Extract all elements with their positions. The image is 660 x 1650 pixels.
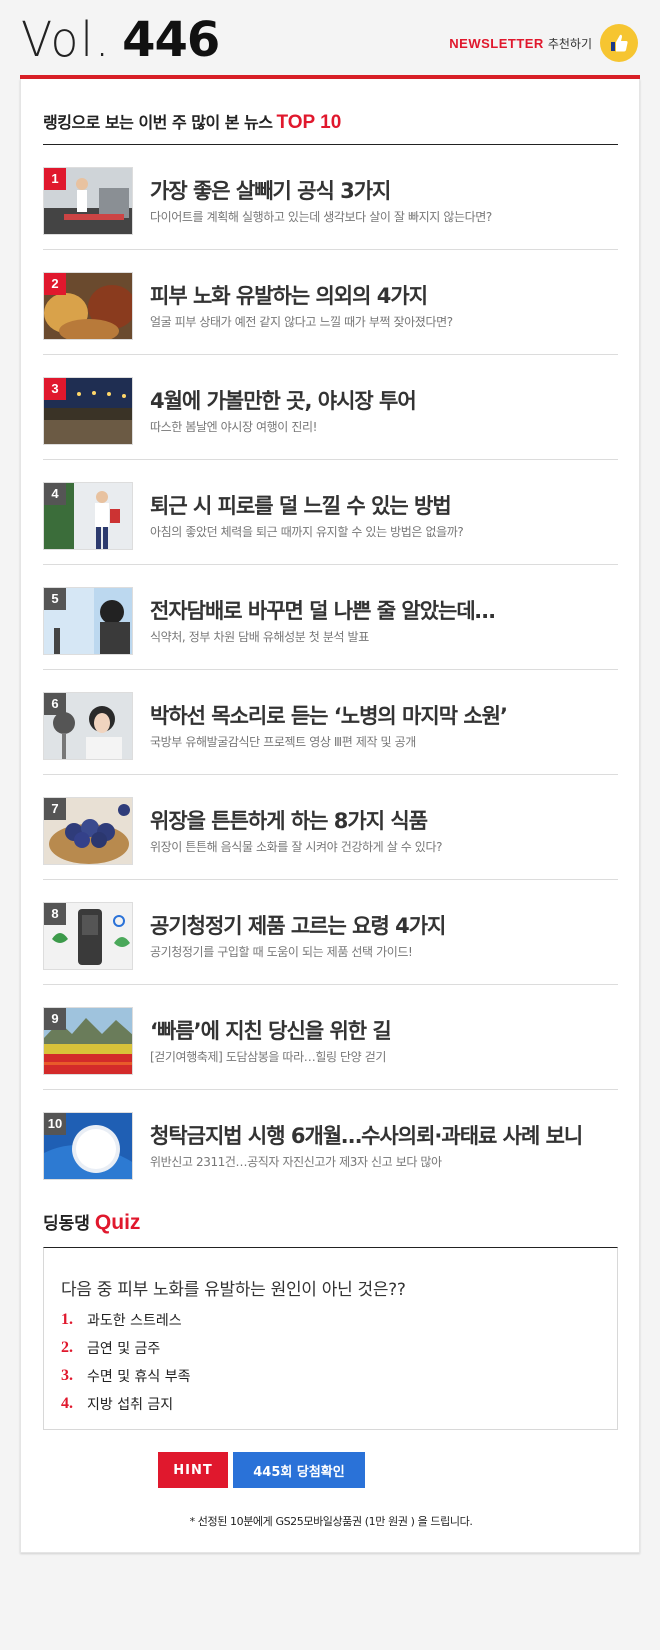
quiz-option-label: 금연 및 금주: [87, 1341, 161, 1357]
news-list: 1 가장 좋은 살빼기 공식 3가지 다이어트를 계획해 실행하고 있는데 생각…: [43, 145, 618, 1195]
header: Vol. 446 NEWSLETTER 추천하기: [20, 0, 640, 80]
rank-badge: 8: [44, 903, 66, 925]
volume-number: 446: [122, 12, 220, 68]
quiz-option-number: 4.: [61, 1395, 73, 1412]
news-subtitle: 아침의 좋았던 체력을 퇴근 때까지 유지할 수 있는 방법은 없을까?: [150, 525, 464, 539]
rank-badge: 10: [44, 1113, 66, 1135]
newsletter-label: NEWSLETTER: [449, 35, 544, 51]
rank-badge: 4: [44, 483, 66, 505]
quiz-option[interactable]: 4. 지방 섭취 금지: [61, 1390, 191, 1418]
quiz-option[interactable]: 3. 수면 및 휴식 부족: [61, 1362, 191, 1390]
quiz-option-number: 1.: [61, 1311, 73, 1328]
news-subtitle: 위장이 튼튼해 음식물 소화를 잘 시켜야 건강하게 살 수 있다?: [150, 840, 443, 854]
quiz-buttons: HINT 445회 당첨확인: [158, 1452, 365, 1488]
news-thumbnail[interactable]: 3: [43, 377, 133, 445]
news-item[interactable]: 1 가장 좋은 살빼기 공식 3가지 다이어트를 계획해 실행하고 있는데 생각…: [43, 145, 618, 250]
rank-badge: 3: [44, 378, 66, 400]
news-item[interactable]: 2 피부 노화 유발하는 의외의 4가지 얼굴 피부 상태가 예전 같지 않다고…: [43, 250, 618, 355]
quiz-option-number: 2.: [61, 1339, 73, 1356]
rank-badge: 6: [44, 693, 66, 715]
news-subtitle: 따스한 봄날엔 야시장 여행이 진리!: [150, 420, 318, 434]
quiz-title-highlight: Quiz: [94, 1211, 141, 1234]
prize-notice: * 선정된 10분에게 GS25모바일상품권 (1만 원권 ) 을 드립니다.: [189, 1515, 473, 1528]
news-thumbnail[interactable]: 4: [43, 482, 133, 550]
news-item[interactable]: 4 퇴근 시 피로를 덜 느낄 수 있는 방법 아침의 좋았던 체력을 퇴근 때…: [43, 460, 618, 565]
rank-badge: 1: [44, 168, 66, 190]
quiz-option-label: 과도한 스트레스: [87, 1313, 182, 1329]
news-title[interactable]: 박하선 목소리로 듣는 ‘노병의 마지막 소원’: [150, 700, 508, 730]
newsletter-recommend[interactable]: NEWSLETTER 추천하기: [449, 24, 638, 62]
news-title[interactable]: 4월에 가볼만한 곳, 야시장 투어: [150, 385, 417, 415]
news-title[interactable]: 퇴근 시 피로를 덜 느낄 수 있는 방법: [150, 490, 452, 520]
thumbs-up-icon[interactable]: [600, 24, 638, 62]
news-thumbnail[interactable]: 10: [43, 1112, 133, 1180]
volume-prefix: Vol.: [21, 12, 112, 68]
volume-title: Vol. 446: [21, 12, 220, 72]
quiz-option[interactable]: 2. 금연 및 금주: [61, 1334, 191, 1362]
ranking-title-text: 랭킹으로 보는 이번 주 많이 본 뉴스: [43, 113, 273, 132]
news-thumbnail[interactable]: 5: [43, 587, 133, 655]
quiz-box: 다음 중 피부 노화를 유발하는 원인이 아닌 것은?? 1. 과도한 스트레스 …: [43, 1247, 618, 1430]
news-subtitle: 얼굴 피부 상태가 예전 같지 않다고 느낄 때가 부쩍 잦아졌다면?: [150, 315, 453, 329]
ranking-section-title: 랭킹으로 보는 이번 주 많이 본 뉴스 TOP 10: [43, 109, 341, 134]
news-subtitle: 위반신고 2311건…공직자 자진신고가 제3자 신고 보다 많아: [150, 1155, 442, 1169]
quiz-option-number: 3.: [61, 1367, 73, 1384]
ranking-title-highlight: TOP 10: [276, 112, 342, 133]
news-thumbnail[interactable]: 6: [43, 692, 133, 760]
quiz-section-title: 딩동댕 Quiz: [43, 1209, 140, 1235]
news-title[interactable]: 공기청정기 제품 고르는 요령 4가지: [150, 910, 446, 940]
news-item[interactable]: 7 위장을 튼튼하게 하는 8가지 식품 위장이 튼튼해 음식물 소화를 잘 시…: [43, 775, 618, 880]
news-title[interactable]: ‘빠름’에 지친 당신을 위한 길: [150, 1015, 392, 1045]
content-card: 랭킹으로 보는 이번 주 많이 본 뉴스 TOP 10 1 가장 좋은 살빼기 …: [20, 79, 640, 1553]
recommend-label: 추천하기: [547, 36, 592, 51]
rank-badge: 2: [44, 273, 66, 295]
news-title[interactable]: 가장 좋은 살빼기 공식 3가지: [150, 175, 391, 205]
news-title[interactable]: 피부 노화 유발하는 의외의 4가지: [150, 280, 428, 310]
rank-badge: 5: [44, 588, 66, 610]
news-item[interactable]: 5 전자담배로 바꾸면 덜 나쁜 줄 알았는데… 식약처, 정부 차원 담배 유…: [43, 565, 618, 670]
quiz-options: 1. 과도한 스트레스 2. 금연 및 금주 3. 수면 및 휴식 부족 4. 지방 섭…: [61, 1306, 191, 1418]
quiz-option-label: 수면 및 휴식 부족: [87, 1369, 191, 1385]
news-item[interactable]: 3 4월에 가볼만한 곳, 야시장 투어 따스한 봄날엔 야시장 여행이 진리!: [43, 355, 618, 460]
news-title[interactable]: 전자담배로 바꾸면 덜 나쁜 줄 알았는데…: [150, 595, 496, 625]
quiz-title-text: 딩동댕: [43, 1214, 90, 1234]
news-title[interactable]: 청탁금지법 시행 6개월…수사의뢰·과태료 사례 보니: [150, 1120, 583, 1150]
news-thumbnail[interactable]: 7: [43, 797, 133, 865]
news-subtitle: 다이어트를 계획해 실행하고 있는데 생각보다 살이 잘 빠지지 않는다면?: [150, 210, 492, 224]
news-item[interactable]: 9 ‘빠름’에 지친 당신을 위한 길 [걷기여행축제] 도담삼봉을 따라…힐링…: [43, 985, 618, 1090]
news-thumbnail[interactable]: 8: [43, 902, 133, 970]
quiz-question: 다음 중 피부 노화를 유발하는 원인이 아닌 것은??: [61, 1280, 406, 1300]
news-thumbnail[interactable]: 1: [43, 167, 133, 235]
news-item[interactable]: 6 박하선 목소리로 듣는 ‘노병의 마지막 소원’ 국방부 유해발굴감식단 프…: [43, 670, 618, 775]
news-subtitle: 국방부 유해발굴감식단 프로젝트 영상 Ⅲ편 제작 및 공개: [150, 735, 416, 749]
news-item[interactable]: 8 공기청정기 제품 고르는 요령 4가지 공기청정기를 구입할 때 도움이 되…: [43, 880, 618, 985]
news-thumbnail[interactable]: 2: [43, 272, 133, 340]
quiz-option-label: 지방 섭취 금지: [87, 1397, 174, 1413]
news-item[interactable]: 10 청탁금지법 시행 6개월…수사의뢰·과태료 사례 보니 위반신고 2311…: [43, 1090, 618, 1195]
news-thumbnail[interactable]: 9: [43, 1007, 133, 1075]
rank-badge: 9: [44, 1008, 66, 1030]
hint-button[interactable]: HINT: [158, 1452, 228, 1488]
news-title[interactable]: 위장을 튼튼하게 하는 8가지 식품: [150, 805, 428, 835]
news-subtitle: 공기청정기를 구입할 때 도움이 되는 제품 선택 가이드!: [150, 945, 413, 959]
news-subtitle: 식약처, 정부 차원 담배 유해성분 첫 분석 발표: [150, 630, 369, 644]
winner-check-button[interactable]: 445회 당첨확인: [233, 1452, 365, 1488]
rank-badge: 7: [44, 798, 66, 820]
quiz-option[interactable]: 1. 과도한 스트레스: [61, 1306, 191, 1334]
news-subtitle: [걷기여행축제] 도담삼봉을 따라…힐링 단양 걷기: [150, 1050, 386, 1064]
